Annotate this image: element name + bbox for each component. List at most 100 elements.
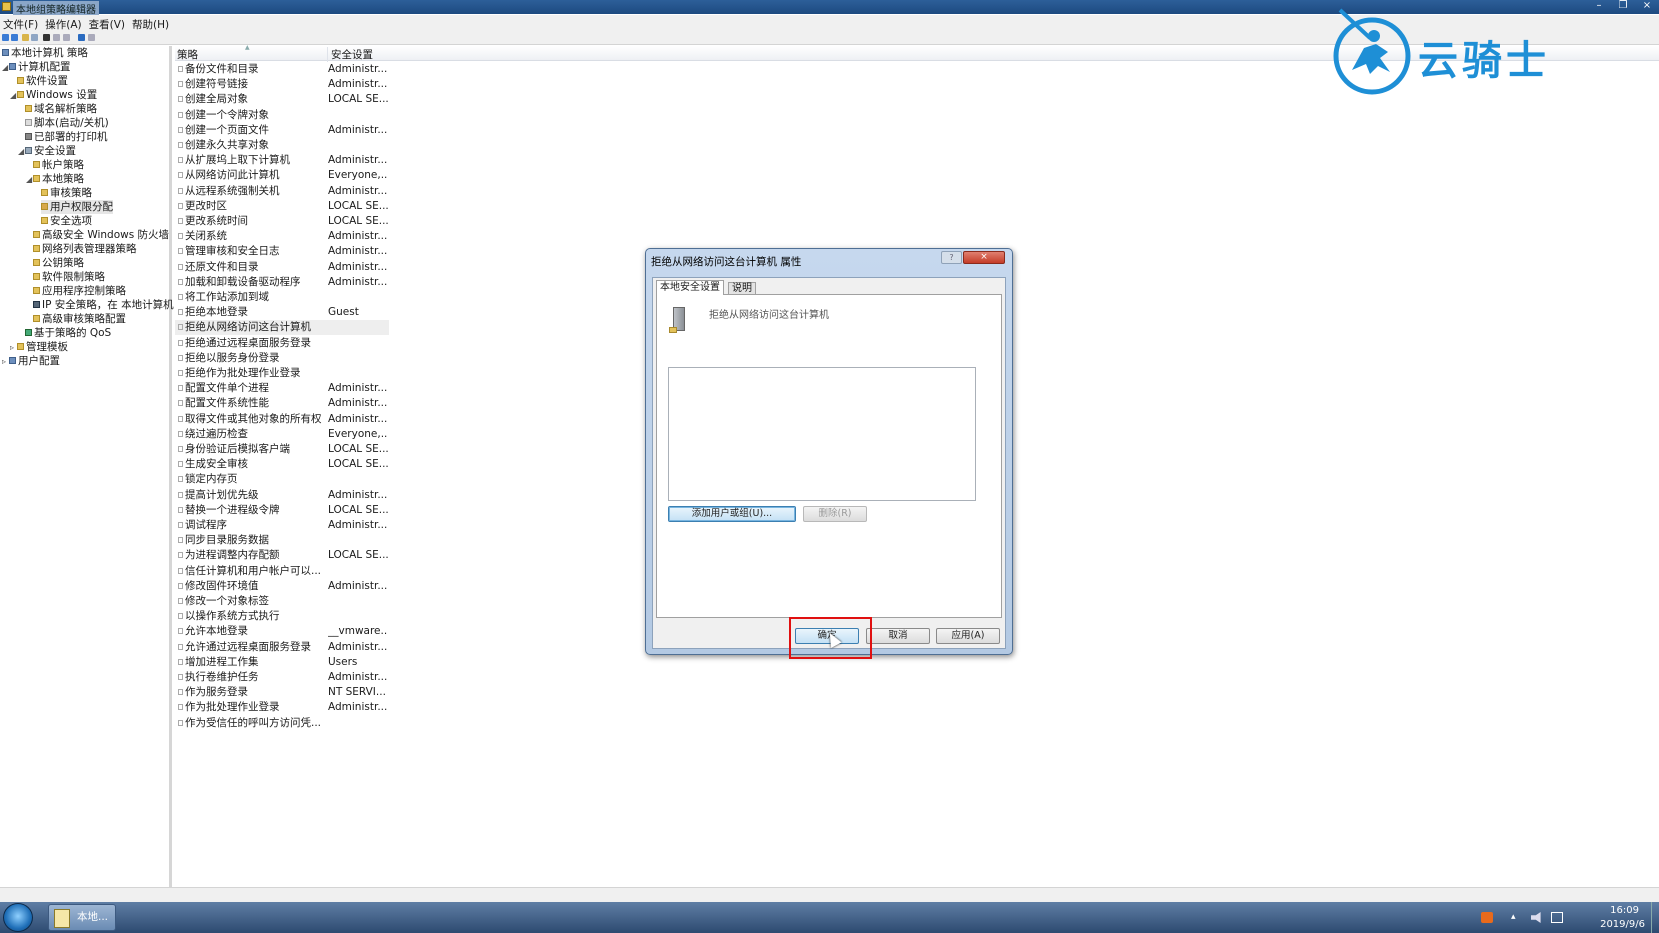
table-row[interactable]: 创建永久共享对象 <box>175 138 575 153</box>
show-desktop-button[interactable] <box>1651 902 1659 933</box>
column-header-setting[interactable]: 安全设置 <box>327 47 527 62</box>
dialog-close-button[interactable]: × <box>963 251 1005 264</box>
table-row[interactable]: 拒绝通过远程桌面服务登录 <box>175 336 575 351</box>
menu-file[interactable]: 文件(F) <box>0 15 42 32</box>
back-icon[interactable] <box>2 34 9 41</box>
table-row[interactable]: 执行卷维护任务 Administr... <box>175 670 575 685</box>
table-row[interactable]: 拒绝从网络访问这台计算机 <box>175 320 389 336</box>
add-user-or-group-button[interactable]: 添加用户或组(U)... <box>668 506 796 522</box>
menu-action[interactable]: 操作(A) <box>42 15 85 32</box>
cancel-button[interactable]: 取消 <box>866 628 930 644</box>
table-row[interactable]: 同步目录服务数据 <box>175 533 575 548</box>
tree-item-audit-policy[interactable]: 审核策略 <box>41 186 92 200</box>
tree-item-network-list[interactable]: 网络列表管理器策略 <box>33 242 137 256</box>
table-row[interactable]: 生成安全审核 LOCAL SE... <box>175 457 575 472</box>
tree-item-firewall[interactable]: 高级安全 Windows 防火墙 <box>33 228 169 242</box>
table-row[interactable]: 备份文件和目录 Administr... <box>175 62 575 77</box>
table-row[interactable]: 从网络访问此计算机 Everyone,... <box>175 168 575 183</box>
table-row[interactable]: 以操作系统方式执行 <box>175 609 575 624</box>
tree-item-software-restriction[interactable]: 软件限制策略 <box>33 270 105 284</box>
help-icon[interactable] <box>78 34 85 41</box>
menu-view[interactable]: 查看(V) <box>86 15 129 32</box>
table-row[interactable]: 加载和卸载设备驱动程序 Administr... <box>175 275 575 290</box>
tree-item-public-key[interactable]: 公钥策略 <box>33 256 84 270</box>
table-row[interactable]: 配置文件单个进程 Administr... <box>175 381 575 396</box>
taskbar-item-gpedit[interactable]: 本地... <box>48 904 116 931</box>
table-row[interactable]: 锁定内存页 <box>175 472 575 487</box>
table-row[interactable]: 拒绝以服务身份登录 <box>175 351 575 366</box>
menu-help[interactable]: 帮助(H) <box>129 15 173 32</box>
tree-item-security-options[interactable]: 安全选项 <box>41 214 92 228</box>
table-row[interactable]: 身份验证后模拟客户端 LOCAL SE... <box>175 442 575 457</box>
up-folder-icon[interactable] <box>22 34 29 41</box>
table-row[interactable]: 拒绝作为批处理作业登录 <box>175 366 575 381</box>
tree-item-user-config[interactable]: ▹ 用户配置 <box>2 354 60 368</box>
clock-time[interactable]: 16:09 <box>1610 905 1639 916</box>
export-icon[interactable] <box>63 34 70 41</box>
table-row[interactable]: 允许本地登录 __vmware... <box>175 624 575 639</box>
show-tree-icon[interactable] <box>31 34 38 41</box>
table-row[interactable]: 替换一个进程级令牌 LOCAL SE... <box>175 503 575 518</box>
tree-item-windows-settings[interactable]: ◢ Windows 设置 <box>10 88 97 102</box>
tree-item-local-computer-policy[interactable]: 本地计算机 策略 <box>2 46 88 60</box>
table-row[interactable]: 修改一个对象标签 <box>175 594 575 609</box>
tree-item-name-resolution[interactable]: 域名解析策略 <box>25 102 97 116</box>
table-row[interactable]: 还原文件和目录 Administr... <box>175 260 575 275</box>
table-row[interactable]: 管理审核和安全日志 Administr... <box>175 244 575 259</box>
table-row[interactable]: 为进程调整内存配额 LOCAL SE... <box>175 548 575 563</box>
show-hidden-icons-icon[interactable]: ▴ <box>1511 912 1523 923</box>
table-row[interactable]: 创建一个令牌对象 <box>175 108 575 123</box>
table-row[interactable]: 创建一个页面文件 Administr... <box>175 123 575 138</box>
table-row[interactable]: 信任计算机和用户帐户可以... <box>175 564 575 579</box>
column-header-policy[interactable]: 策略 <box>177 47 325 62</box>
table-row[interactable]: 配置文件系统性能 Administr... <box>175 396 575 411</box>
tree-item-security-settings[interactable]: ◢ 安全设置 <box>18 144 76 158</box>
collapse-icon[interactable]: ◢ <box>2 61 9 75</box>
expand-icon[interactable]: ▹ <box>10 341 17 355</box>
apply-button[interactable]: 应用(A) <box>936 628 1000 644</box>
table-row[interactable]: 取得文件或其他对象的所有权 Administr... <box>175 412 575 427</box>
tab-explain[interactable]: 说明 <box>728 282 756 294</box>
view-icon[interactable] <box>88 34 95 41</box>
action-center-icon[interactable] <box>1551 912 1563 923</box>
table-row[interactable]: 从扩展坞上取下计算机 Administr... <box>175 153 575 168</box>
tree-item-computer-config[interactable]: ◢ 计算机配置 <box>2 60 71 74</box>
table-row[interactable]: 从远程系统强制关机 Administr... <box>175 184 575 199</box>
tree-item-user-rights[interactable]: 用户权限分配 <box>41 200 113 214</box>
table-row[interactable]: 作为受信任的呼叫方访问凭... <box>175 716 575 731</box>
tree-item-admin-templates[interactable]: ▹ 管理模板 <box>10 340 68 354</box>
remove-button[interactable]: 删除(R) <box>803 506 867 522</box>
delete-icon[interactable] <box>43 34 50 41</box>
tab-local-security-setting[interactable]: 本地安全设置 <box>656 280 724 295</box>
table-row[interactable]: 拒绝本地登录 Guest <box>175 305 575 320</box>
tree-item-qos[interactable]: 基于策略的 QoS <box>25 326 111 340</box>
dialog-help-button[interactable]: ? <box>941 251 962 264</box>
table-row[interactable]: 关闭系统 Administr... <box>175 229 575 244</box>
tree-item-advanced-audit[interactable]: 高级审核策略配置 <box>33 312 126 326</box>
table-row[interactable]: 提高计划优先级 Administr... <box>175 488 575 503</box>
table-row[interactable]: 更改系统时间 LOCAL SE... <box>175 214 575 229</box>
collapse-icon[interactable]: ◢ <box>18 145 25 159</box>
tree-item-software-settings[interactable]: 软件设置 <box>17 74 68 88</box>
clock-date[interactable]: 2019/9/6 <box>1600 919 1645 930</box>
tree-item-local-policies[interactable]: ◢ 本地策略 <box>26 172 84 186</box>
expand-icon[interactable]: ▹ <box>2 355 9 369</box>
table-row[interactable]: 创建全局对象 LOCAL SE... <box>175 92 575 107</box>
volume-icon[interactable] <box>1531 912 1541 923</box>
table-row[interactable]: 调试程序 Administr... <box>175 518 575 533</box>
tree-item-app-control[interactable]: 应用程序控制策略 <box>33 284 126 298</box>
close-button[interactable]: × <box>1635 0 1659 14</box>
table-row[interactable]: 增加进程工作集 Users <box>175 655 575 670</box>
table-row[interactable]: 作为批处理作业登录 Administr... <box>175 700 575 715</box>
tree-item-ip-security[interactable]: IP 安全策略，在 本地计算机 <box>33 298 174 312</box>
input-method-icon[interactable] <box>1481 912 1493 923</box>
table-row[interactable]: 绕过遍历检查 Everyone,... <box>175 427 575 442</box>
tree-item-account-policies[interactable]: 帐户策略 <box>33 158 84 172</box>
tree-item-scripts[interactable]: 脚本(启动/关机) <box>25 116 109 130</box>
table-row[interactable]: 更改时区 LOCAL SE... <box>175 199 575 214</box>
user-group-listbox[interactable] <box>668 367 976 501</box>
table-row[interactable]: 创建符号链接 Administr... <box>175 77 575 92</box>
table-row[interactable]: 将工作站添加到域 <box>175 290 575 305</box>
collapse-icon[interactable]: ◢ <box>10 89 17 103</box>
collapse-icon[interactable]: ◢ <box>26 173 33 187</box>
